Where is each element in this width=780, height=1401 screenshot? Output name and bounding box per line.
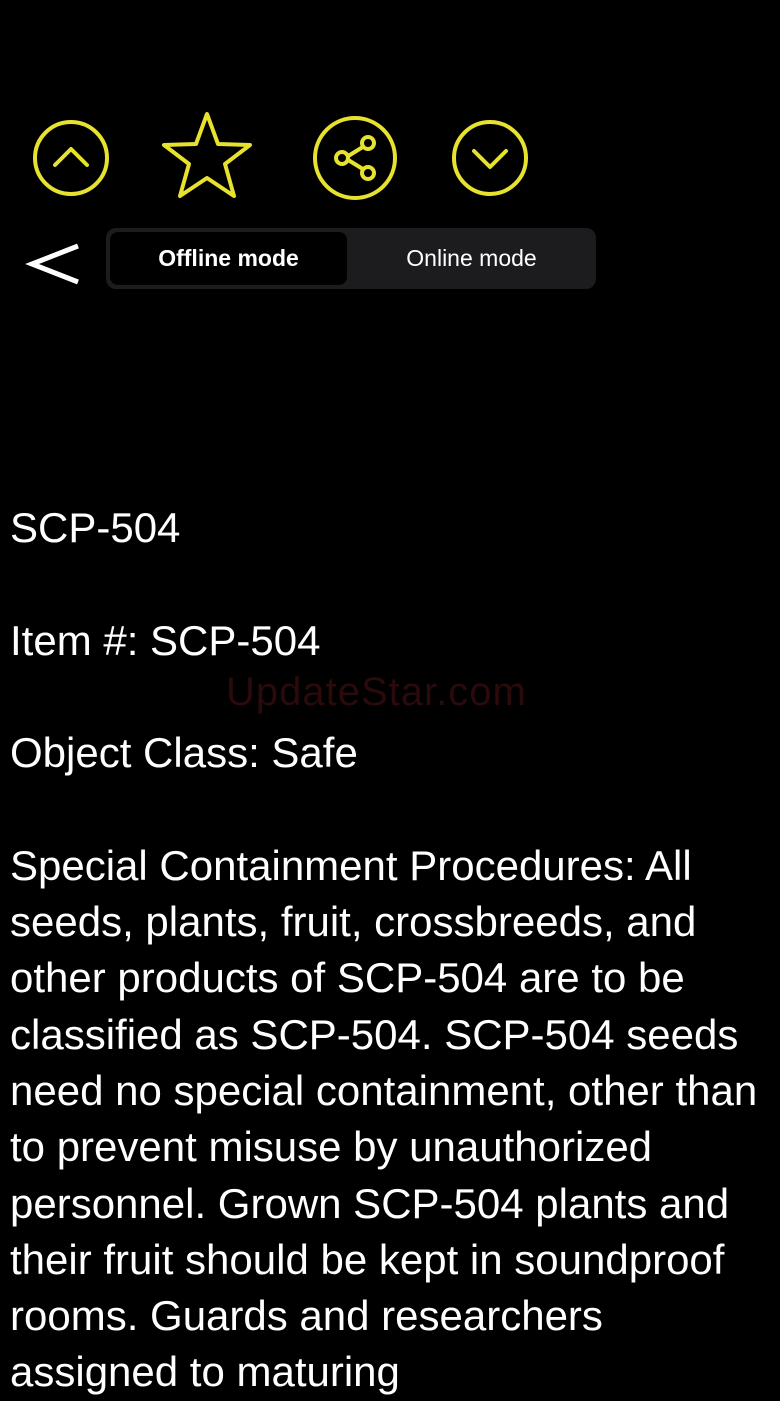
share-circle-icon [313,116,397,200]
chevron-down-circle-icon [452,120,528,196]
object-class: Object Class: Safe [10,729,358,777]
mode-switch: Offline mode Online mode [106,228,596,289]
back-button[interactable] [24,232,88,296]
favorite-button[interactable] [159,108,255,204]
article-body: SCP-504 Item #: SCP-504 Object Class: Sa… [10,500,776,1401]
toolbar [0,112,780,207]
online-mode-tab[interactable]: Online mode [353,232,590,285]
chevron-up-circle-icon [33,120,109,196]
containment-procedures: Special Containment Procedures: All seed… [10,841,758,1396]
offline-mode-tab[interactable]: Offline mode [110,232,347,285]
next-article-button[interactable] [442,110,538,206]
item-number: Item #: SCP-504 [10,616,321,664]
article-title: SCP-504 [10,504,181,551]
back-arrow-icon [25,243,79,285]
star-outline-icon [162,112,252,198]
previous-article-button[interactable] [23,110,119,206]
share-button[interactable] [307,110,403,206]
